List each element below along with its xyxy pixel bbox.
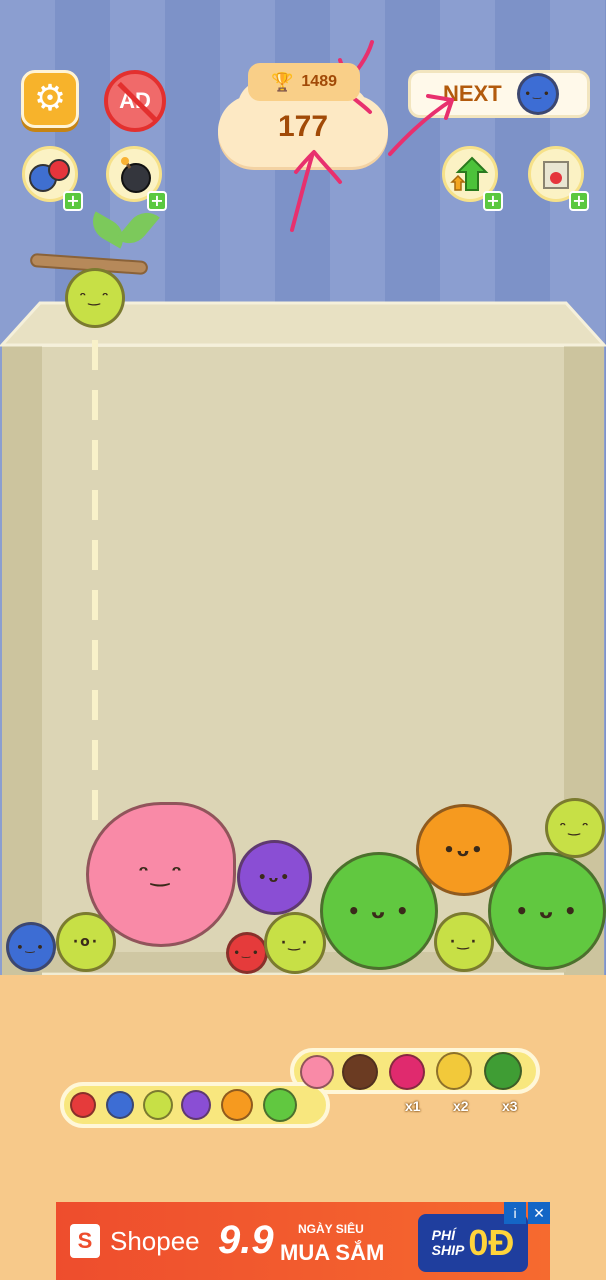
next-fruit-panel: NEXT [408, 70, 590, 118]
shake-box-powerup-button[interactable]: + [528, 146, 589, 211]
upgrade-powerup-button[interactable]: + [442, 146, 503, 211]
add-badge: + [147, 191, 167, 211]
upgrade-arrow-icon [450, 156, 489, 191]
fruit-grape: •ᴗ• [237, 840, 312, 915]
evolution-dragonfruit [389, 1054, 425, 1090]
settings-button[interactable]: ⚙ [21, 70, 79, 128]
ad-freeship-label: PHÍ SHIP [431, 1227, 465, 1258]
drop-guide-line [92, 340, 98, 820]
ad-banner[interactable]: S Shopee 9.9 NGÀY SIÊU MUA SẮM PHÍ SHIP … [56, 1202, 550, 1280]
gear-icon: ⚙ [33, 78, 67, 119]
held-fruit-lemon[interactable]: ᵔ‿ᵔ [65, 268, 125, 328]
container-wall [2, 345, 42, 975]
best-score: 1489 [301, 73, 337, 90]
evolution-watermelon [484, 1052, 522, 1090]
fruit-box-icon [543, 161, 569, 189]
ad-close-icon[interactable]: ✕ [528, 1202, 550, 1224]
add-badge: + [483, 191, 503, 211]
bomb-icon [121, 157, 151, 193]
swap-powerup-button[interactable]: + [22, 146, 83, 211]
fruit-blueberry: •‿• [6, 922, 56, 972]
evolution-lemon [143, 1090, 173, 1120]
evolution-peach [300, 1055, 334, 1089]
evolution-apple [263, 1088, 297, 1122]
ad-brand: Shopee [110, 1226, 200, 1256]
swap-fruit-icon [29, 159, 70, 192]
fruit-cherry: •‿• [226, 932, 268, 974]
remove-ads-button[interactable]: AD [104, 70, 166, 132]
bomb-powerup-button[interactable]: + [106, 146, 167, 211]
add-badge: + [569, 191, 589, 211]
multiplier-label: x3 [502, 1098, 518, 1114]
fruit-lemon: ᵔ‿ᵔ [545, 798, 605, 858]
fruit-apple: • ᴗ • [488, 852, 606, 970]
ad-info-icon[interactable]: i [504, 1202, 526, 1224]
multiplier-label: x1 [405, 1098, 421, 1114]
evolution-coconut [342, 1054, 378, 1090]
next-label: NEXT [443, 81, 502, 106]
evolution-orange [221, 1089, 253, 1121]
current-score: 177 [277, 110, 329, 143]
evolution-blueberry [106, 1091, 134, 1119]
multiplier-label: x2 [453, 1098, 469, 1114]
ad-freeship-value: 0Đ [468, 1222, 515, 1263]
evolution-grape [181, 1090, 211, 1120]
evolution-cherry [70, 1092, 96, 1118]
trophy-icon: 🏆 [270, 71, 294, 93]
next-fruit-blueberry: •‿• [517, 73, 559, 115]
fruit-peach: ᵔ‿ᵔ [86, 802, 236, 947]
ad-promo-date: 9.9 [218, 1218, 274, 1262]
add-badge: + [63, 191, 83, 211]
evolution-pineapple [436, 1052, 472, 1090]
shopee-bag-icon: S [70, 1224, 100, 1258]
ad-promo-small: NGÀY SIÊU [298, 1222, 364, 1236]
ad-promo-main: MUA SẮM [280, 1240, 385, 1265]
fruit-lemon: ·‿· [434, 912, 494, 972]
best-score-tab: 🏆 1489 [248, 63, 360, 101]
fruit-lemon: ·‿· [264, 912, 326, 974]
